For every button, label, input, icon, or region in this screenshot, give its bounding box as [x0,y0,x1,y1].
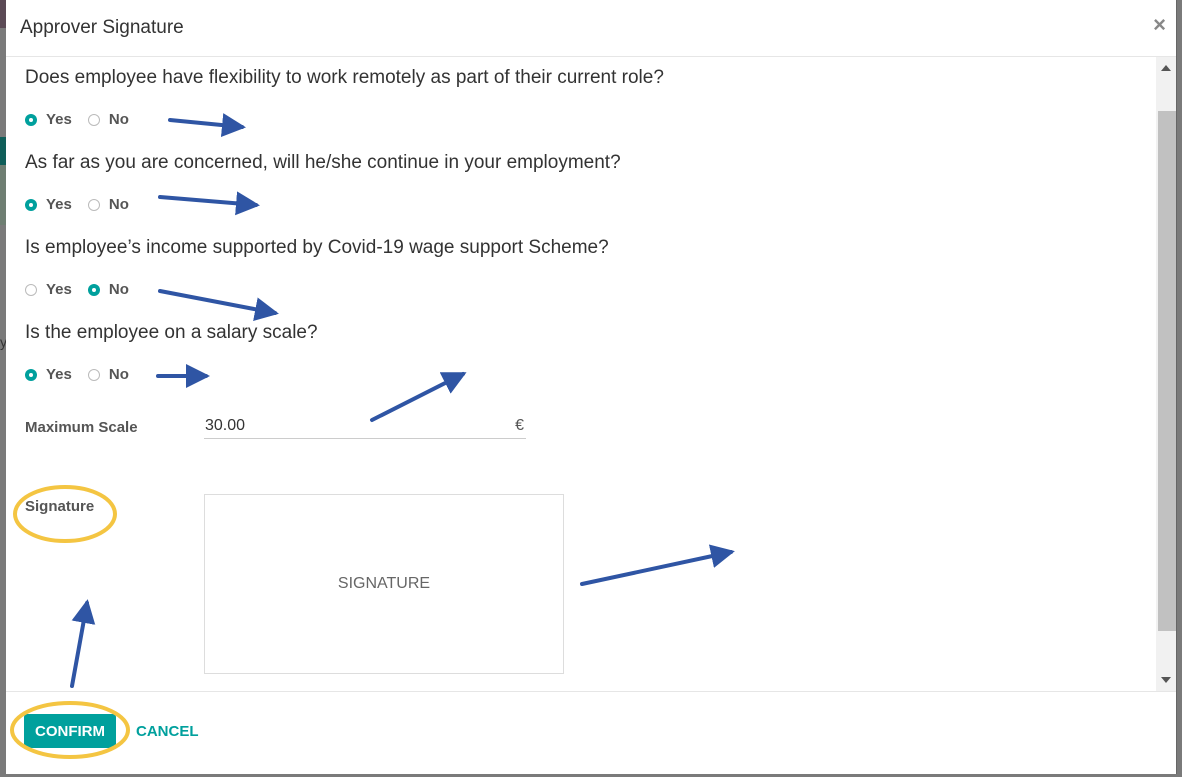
scroll-up-arrow-icon[interactable] [1161,65,1171,71]
maximum-scale-value: 30.00 [205,417,246,434]
scroll-down-arrow-icon[interactable] [1161,677,1171,683]
question-continue-employment: As far as you are concerned, will he/she… [25,152,621,173]
radio-no[interactable]: No [87,281,129,298]
dialog-footer: CONFIRM CANCEL [6,691,1176,775]
confirm-button[interactable]: CONFIRM [24,714,116,748]
close-icon[interactable]: × [1153,14,1166,36]
radio-unchecked-icon [87,113,100,126]
signature-label: Signature [25,498,95,515]
approver-signature-dialog: Approver Signature × Does employee have … [6,0,1177,774]
radio-group-salary-scale: Yes No [25,366,145,383]
question-covid-support: Is employee’s income supported by Covid-… [25,237,609,258]
maximum-scale-input[interactable]: 30.00 € [204,414,526,439]
currency-symbol: € [515,417,524,434]
dialog-title: Approver Signature [20,17,184,38]
radio-yes[interactable]: Yes [25,196,72,213]
radio-unchecked-icon [87,198,100,211]
signature-placeholder: SIGNATURE [337,575,431,592]
dialog-body: Does employee have flexibility to work r… [6,57,1176,691]
radio-checked-icon [25,113,37,126]
radio-checked-icon [87,283,100,296]
radio-no[interactable]: No [87,196,129,213]
dialog-header: Approver Signature × [6,0,1176,57]
cancel-button[interactable]: CANCEL [130,714,205,748]
radio-group-covid-support: Yes No [25,281,145,298]
radio-group-remote-work: Yes No [25,111,145,128]
radio-no[interactable]: No [87,111,129,128]
radio-checked-icon [25,198,37,211]
question-salary-scale: Is the employee on a salary scale? [25,322,318,343]
radio-unchecked-icon [87,368,100,381]
scrollbar[interactable] [1156,57,1176,691]
maximum-scale-label: Maximum Scale [25,419,138,436]
radio-yes[interactable]: Yes [25,111,72,128]
radio-checked-icon [25,368,37,381]
radio-yes[interactable]: Yes [25,281,72,298]
signature-pad[interactable]: SIGNATURE [204,494,564,674]
radio-group-continue-employment: Yes No [25,196,145,213]
scrollbar-thumb[interactable] [1158,111,1176,631]
question-remote-work: Does employee have flexibility to work r… [25,67,664,88]
radio-unchecked-icon [25,283,37,296]
radio-yes[interactable]: Yes [25,366,72,383]
radio-no[interactable]: No [87,366,129,383]
